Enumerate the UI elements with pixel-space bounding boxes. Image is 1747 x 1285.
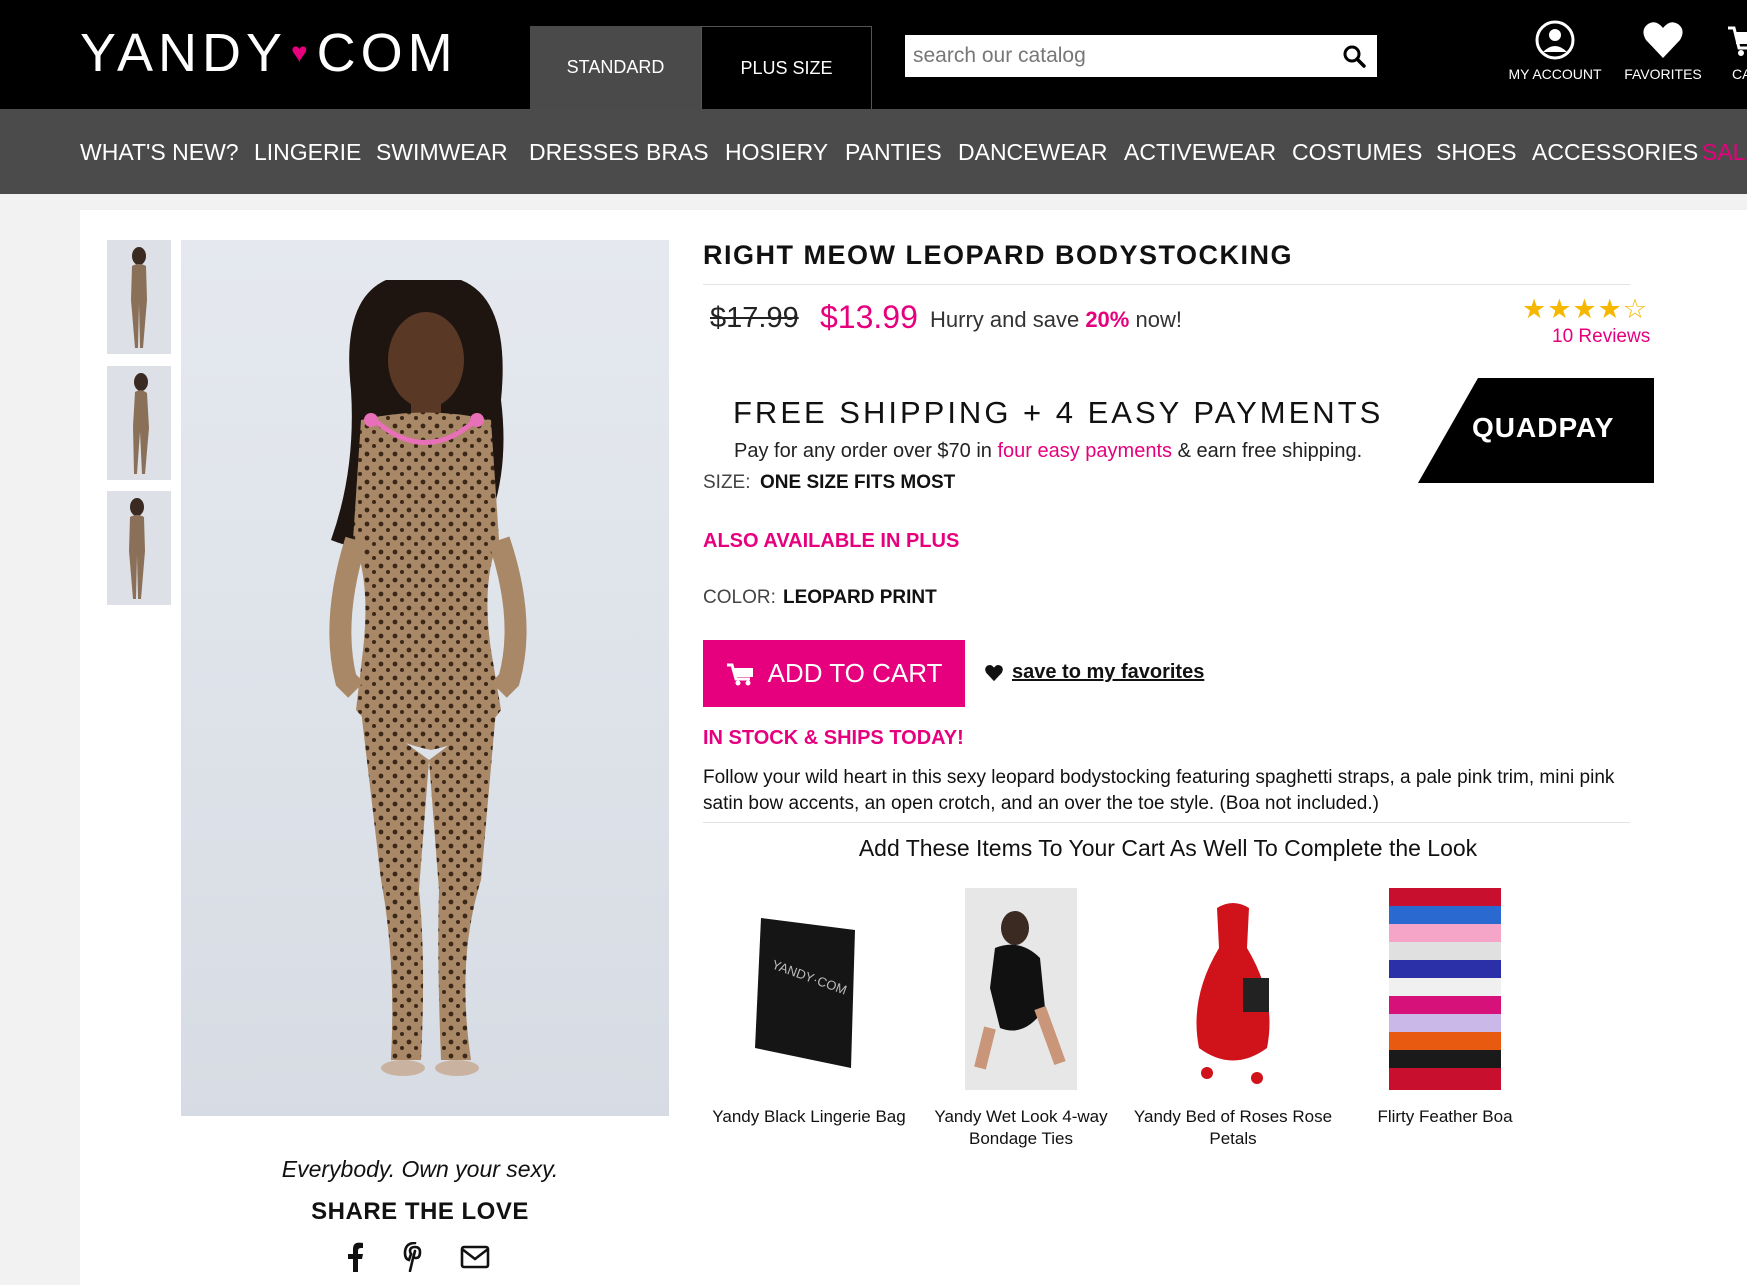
email-icon[interactable] bbox=[460, 1240, 490, 1274]
upsell-item[interactable]: Yandy Wet Look 4-way Bondage Ties bbox=[916, 888, 1126, 1150]
thumbnail-3[interactable] bbox=[107, 491, 171, 605]
product-page: Everybody. Own your sexy. SHARE THE LOVE… bbox=[80, 210, 1747, 1285]
nav-swimwear[interactable]: SWIMWEAR bbox=[376, 139, 508, 166]
nav-costumes[interactable]: COSTUMES bbox=[1292, 139, 1422, 166]
savings-message: Hurry and save 20% now! bbox=[930, 307, 1182, 333]
thumbnail-image bbox=[107, 240, 171, 354]
pinterest-icon[interactable] bbox=[400, 1240, 430, 1274]
nav-dancewear[interactable]: DANCEWEAR bbox=[958, 139, 1108, 166]
logo-text-left: YANDY bbox=[80, 23, 288, 83]
nav-sale[interactable]: SALE bbox=[1702, 139, 1747, 166]
cart-link[interactable]: CA bbox=[1690, 20, 1747, 82]
account-icon bbox=[1535, 20, 1575, 60]
color-label: COLOR: bbox=[703, 587, 776, 608]
nav-hosiery[interactable]: HOSIERY bbox=[725, 139, 828, 166]
heart-icon bbox=[985, 664, 1003, 681]
nav-accessories[interactable]: ACCESSORIES bbox=[1532, 139, 1698, 166]
nav-lingerie[interactable]: LINGERIE bbox=[254, 139, 361, 166]
tab-plus-size[interactable]: PLUS SIZE bbox=[701, 26, 872, 109]
upsell-item[interactable]: Yandy Bed of Roses Rose Petals bbox=[1128, 888, 1338, 1150]
nav-bras[interactable]: BRAS bbox=[646, 139, 709, 166]
search-button[interactable] bbox=[1331, 35, 1377, 77]
upsell-name: Yandy Bed of Roses Rose Petals bbox=[1133, 1107, 1333, 1148]
search-input[interactable] bbox=[905, 35, 1331, 77]
main-product-image[interactable] bbox=[181, 240, 669, 1116]
search-icon bbox=[1343, 45, 1366, 68]
savings-suffix: now! bbox=[1135, 307, 1182, 332]
shipping-sub-suffix: & earn free shipping. bbox=[1177, 440, 1363, 462]
nav-panties[interactable]: PANTIES bbox=[845, 139, 942, 166]
rating-stars: ★★★★☆ bbox=[1522, 294, 1649, 324]
divider bbox=[703, 822, 1630, 823]
product-description: Follow your wild heart in this sexy leop… bbox=[703, 767, 1615, 814]
sale-price: $13.99 bbox=[820, 299, 918, 335]
original-price: $17.99 bbox=[710, 302, 799, 334]
add-to-cart-label: ADD TO CART bbox=[767, 658, 943, 688]
add-to-cart-button[interactable]: ADD TO CART bbox=[703, 640, 965, 707]
divider bbox=[703, 284, 1630, 285]
nav-whats-new[interactable]: WHAT'S NEW? bbox=[80, 139, 239, 166]
top-header: YANDY♥COM STANDARD PLUS SIZE MY ACCOUNT … bbox=[0, 0, 1747, 109]
cart-icon bbox=[1728, 26, 1747, 56]
color-value: LEOPARD PRINT bbox=[783, 587, 937, 608]
savings-percent: 20% bbox=[1085, 307, 1130, 332]
upsell-name: Yandy Black Lingerie Bag bbox=[712, 1107, 906, 1126]
save-to-favorites-link[interactable]: save to my favorites bbox=[984, 661, 1204, 684]
share-icons bbox=[340, 1240, 490, 1274]
upsell-name: Flirty Feather Boa bbox=[1377, 1107, 1513, 1126]
site-logo[interactable]: YANDY ♥COM bbox=[80, 22, 458, 84]
product-title: RIGHT MEOW LEOPARD BODYSTOCKING bbox=[703, 240, 1294, 270]
tab-standard[interactable]: STANDARD bbox=[530, 26, 701, 109]
facebook-icon[interactable] bbox=[340, 1240, 370, 1274]
logo-text-right: COM bbox=[316, 23, 458, 83]
upsell-image bbox=[965, 888, 1077, 1090]
share-title: SHARE THE LOVE bbox=[311, 1198, 529, 1225]
upsell-image bbox=[1389, 888, 1501, 1090]
size-value: ONE SIZE FITS MOST bbox=[760, 472, 956, 493]
category-nav: WHAT'S NEW? LINGERIE SWIMWEAR DRESSES BR… bbox=[0, 109, 1747, 194]
reviews-link[interactable]: 10 Reviews bbox=[1552, 326, 1650, 348]
product-photo bbox=[329, 280, 527, 1076]
nav-shoes[interactable]: SHOES bbox=[1436, 139, 1517, 166]
upsell-image bbox=[1177, 888, 1289, 1090]
my-account-link[interactable]: MY ACCOUNT bbox=[1500, 20, 1610, 82]
nav-dresses[interactable]: DRESSES bbox=[529, 139, 639, 166]
stock-status: IN STOCK & SHIPS TODAY! bbox=[703, 727, 964, 749]
cart-label: CA bbox=[1732, 66, 1747, 82]
quadpay-logo-text: QUADPAY bbox=[1472, 412, 1615, 443]
thumbnail-2[interactable] bbox=[107, 366, 171, 480]
upsell-item[interactable]: Flirty Feather Boa bbox=[1340, 888, 1550, 1128]
upsell-image: YANDY·COM bbox=[753, 888, 865, 1090]
four-payments-link[interactable]: four easy payments bbox=[997, 440, 1172, 462]
cart-icon bbox=[726, 663, 753, 685]
thumbnail-1[interactable] bbox=[107, 240, 171, 354]
shipping-title: FREE SHIPPING + 4 EASY PAYMENTS bbox=[733, 395, 1384, 430]
brand-tagline: Everybody. Own your sexy. bbox=[281, 1156, 559, 1182]
nav-activewear[interactable]: ACTIVEWEAR bbox=[1124, 139, 1276, 166]
my-account-label: MY ACCOUNT bbox=[1508, 66, 1602, 82]
logo-heart-icon: ♥ bbox=[291, 36, 313, 68]
also-available-plus-link[interactable]: ALSO AVAILABLE IN PLUS bbox=[703, 530, 959, 553]
upsell-title: Add These Items To Your Cart As Well To … bbox=[858, 835, 1478, 861]
size-label: SIZE: bbox=[703, 472, 751, 493]
thumbnail-image bbox=[107, 366, 171, 480]
search-bar bbox=[905, 35, 1377, 77]
savings-prefix: Hurry and save bbox=[930, 307, 1080, 332]
upsell-item[interactable]: YANDY·COM Yandy Black Lingerie Bag bbox=[704, 888, 914, 1128]
heart-icon bbox=[1643, 22, 1683, 58]
save-to-favorites-label: save to my favorites bbox=[1012, 661, 1205, 683]
shipping-sub-prefix: Pay for any order over $70 in bbox=[734, 440, 992, 462]
upsell-name: Yandy Wet Look 4-way Bondage Ties bbox=[934, 1107, 1108, 1148]
shipping-subtitle: Pay for any order over $70 in four easy … bbox=[734, 440, 1362, 463]
thumbnail-image bbox=[107, 491, 171, 605]
